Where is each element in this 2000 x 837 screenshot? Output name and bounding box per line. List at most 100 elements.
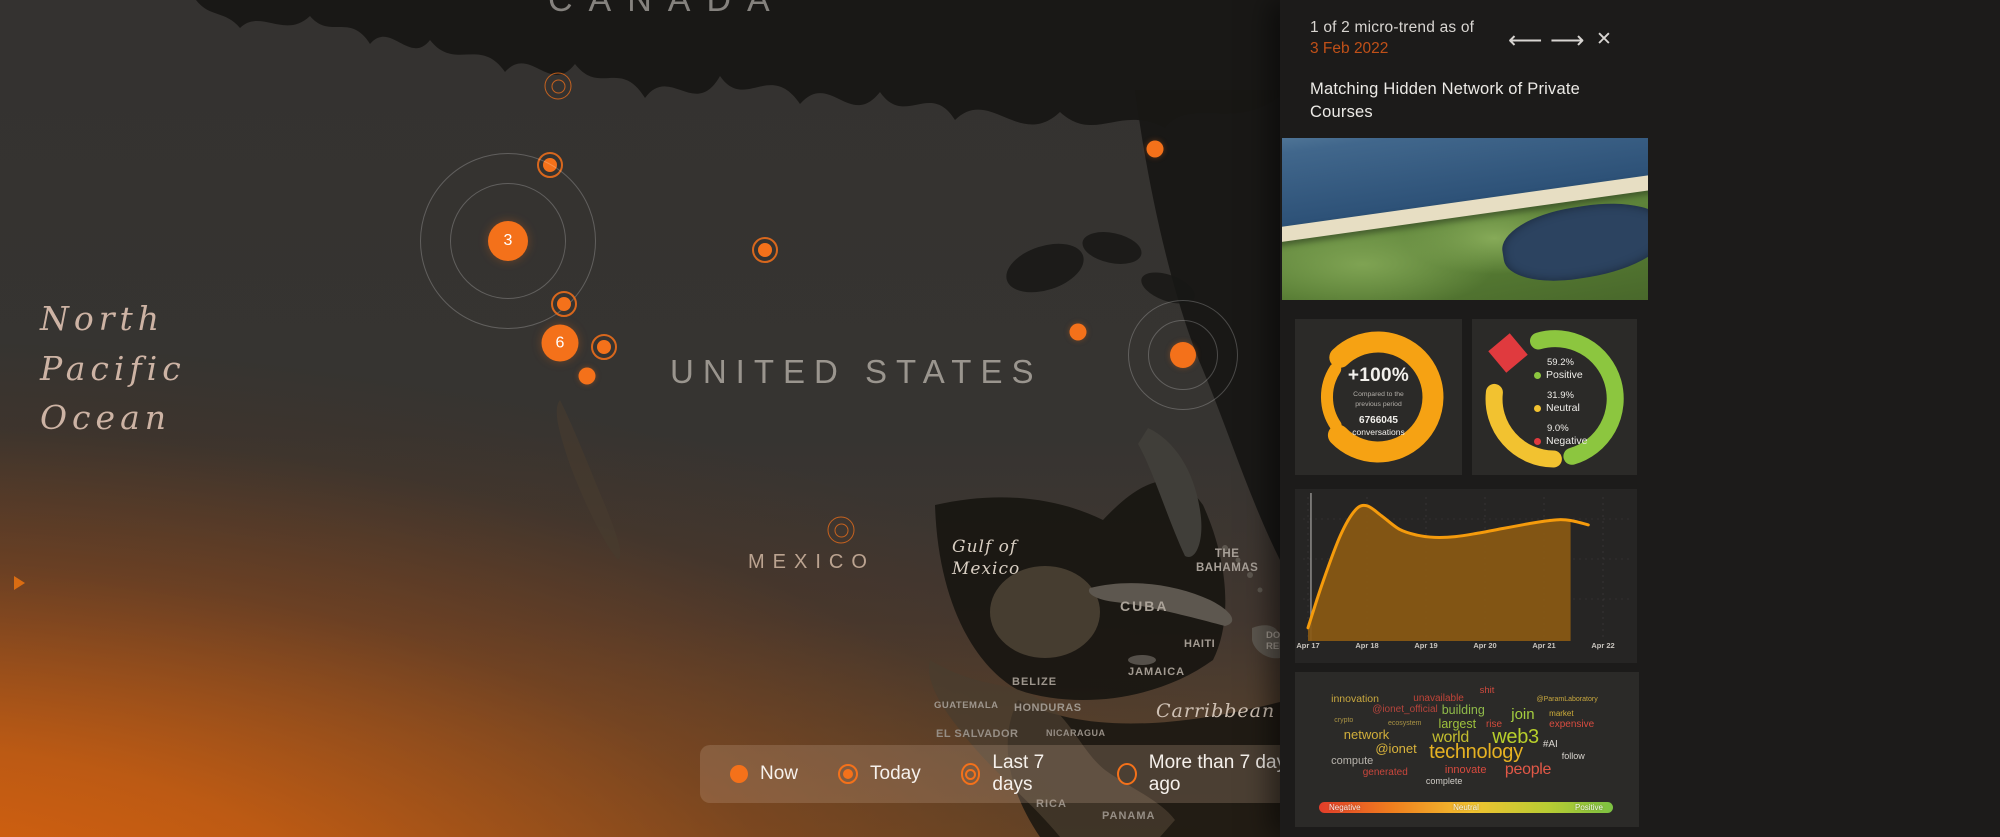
trend-pager-text: 1 of 2 micro-trend as of <box>1310 19 1475 36</box>
sentiment-label: Positive <box>1546 369 1583 381</box>
wordcloud-card: innovation unavailable shit @ParamLaborator… <box>1295 672 1639 827</box>
marker-cluster-count[interactable]: 6 <box>541 324 579 362</box>
x-tick-label: Apr 21 <box>1532 641 1556 650</box>
marker-week-icon[interactable] <box>544 72 572 100</box>
scale-label-neutral: Neutral <box>1453 803 1479 812</box>
map-label-the: THE BAHAMAS <box>1196 548 1259 574</box>
legend-today-icon <box>838 764 859 784</box>
map-label-el-salvador: EL SALVADOR <box>936 728 1019 740</box>
trend-date: 3 Feb 2022 <box>1310 40 1389 57</box>
marker-now-icon[interactable] <box>578 367 596 385</box>
map-marker-now[interactable] <box>1069 323 1087 341</box>
map-marker-today[interactable] <box>752 237 778 263</box>
map-marker-now[interactable] <box>1128 300 1238 410</box>
map-legend: Now Today Last 7 days More than 7 days ago <box>700 745 1340 803</box>
marker-now-icon[interactable] <box>1069 323 1087 341</box>
growth-caption: Compared to the previous period <box>1353 391 1404 408</box>
wordcloud-word-paramlaboratory: @ParamLaboratory <box>1536 696 1598 704</box>
great-lake-shape <box>1006 243 1084 293</box>
wordcloud-word-ecosystem: ecosystem <box>1388 720 1422 728</box>
marker-today-icon[interactable] <box>752 237 778 263</box>
trend-chart-card: Apr 17 Apr 18 Apr 19 Apr 20 Apr 21 Apr 22 <box>1295 489 1637 663</box>
growth-value: +100% <box>1347 365 1410 386</box>
growth-count-unit: conversations <box>1352 426 1405 437</box>
map-marker-today[interactable] <box>591 334 617 360</box>
wordcloud-word-follow: follow <box>1561 750 1585 761</box>
sentiment-dot-icon <box>1534 371 1541 379</box>
legend-older-icon <box>1116 763 1137 785</box>
sentiment-value: 9.0% <box>1547 423 1569 434</box>
map-label-cuba: CUBA <box>1120 598 1169 614</box>
wordcloud-word-crypto: crypto <box>1334 716 1354 724</box>
sentiment-scale-bar: Negative Neutral Positive <box>1319 802 1613 813</box>
legend-item-now: Now <box>730 763 798 785</box>
wordcloud-word-ionet: @ionet <box>1375 740 1417 756</box>
wordcloud-word-ionet-official: @ionet_official <box>1372 703 1438 715</box>
sentiment-row-positive: 59.2% Positive <box>1534 357 1587 381</box>
great-lake-shape <box>1082 232 1142 264</box>
scale-label-negative: Negative <box>1329 803 1361 812</box>
map-marker-today[interactable] <box>551 291 577 317</box>
marker-today-icon[interactable] <box>551 291 577 317</box>
sentiment-dot-icon <box>1534 404 1541 412</box>
marker-cluster-count[interactable]: 3 <box>488 221 528 261</box>
map-label-jamaica: JAMAICA <box>1128 666 1186 678</box>
trend-chart-x-axis: Apr 17 Apr 18 Apr 19 Apr 20 Apr 21 Apr 22 <box>1295 641 1637 661</box>
map-marker-week[interactable] <box>544 72 572 100</box>
map-marker-cluster[interactable]: 6 <box>541 324 579 362</box>
wordcloud-word-join: join <box>1511 706 1535 724</box>
map-edge-arrow-icon[interactable] <box>14 576 25 590</box>
map-label-mexico: MEXICO <box>748 551 875 573</box>
next-trend-button[interactable]: ⟶ <box>1550 28 1584 52</box>
wordcloud-word-network: network <box>1343 726 1390 742</box>
wordcloud-word-shit: shit <box>1479 685 1495 697</box>
legend-label: Now <box>760 763 799 784</box>
map-label-honduras: HONDURAS <box>1014 702 1082 714</box>
map-label-haiti: HAITI <box>1184 638 1216 650</box>
growth-card-center: +100% Compared to the previous period 67… <box>1295 365 1462 437</box>
sentiment-card: 59.2% Positive 31.9% Neutral 9.0% Negative <box>1472 319 1637 475</box>
map-marker-now[interactable] <box>1146 140 1164 158</box>
wordcloud-word-people: people <box>1504 760 1552 778</box>
map-label-canada: CANADA <box>548 0 786 19</box>
wordcloud-word-innovate: innovate <box>1444 763 1487 776</box>
x-tick-label: Apr 22 <box>1591 641 1615 650</box>
wordcloud-word-expensive: expensive <box>1549 719 1595 731</box>
growth-count: 6766045 <box>1359 414 1398 426</box>
trend-area-chart <box>1303 493 1629 641</box>
marker-week-icon[interactable] <box>827 516 855 544</box>
map-label-belize: BELIZE <box>1012 676 1058 688</box>
sentiment-value: 31.9% <box>1547 390 1574 401</box>
map-label-nicaragua: NICARAGUA <box>1046 728 1106 738</box>
wordcloud-word-ai: #AI <box>1542 738 1558 750</box>
jamaica-shape <box>1128 655 1156 665</box>
legend-item-last-7-days: Last 7 days <box>960 752 1077 796</box>
map-label-guatemala: GUATEMALA <box>934 700 999 711</box>
wordcloud-word-technology: technology <box>1429 740 1523 763</box>
wordcloud: innovation unavailable shit @ParamLaborator… <box>1309 682 1625 791</box>
map-label-gulf-of: Gulf of Mexico <box>952 537 1021 580</box>
wordcloud-word-compute: compute <box>1331 755 1374 768</box>
sentiment-label: Neutral <box>1546 402 1580 414</box>
close-panel-button[interactable]: ✕ <box>1596 30 1612 49</box>
bahamas-island <box>1257 587 1263 593</box>
map-marker-week[interactable] <box>827 516 855 544</box>
marker-now-icon[interactable] <box>1146 140 1164 158</box>
map-marker-now[interactable] <box>578 367 596 385</box>
wordcloud-word-complete: complete <box>1425 775 1463 786</box>
wordcloud-word-market: market <box>1549 709 1574 719</box>
legend-item-today: Today <box>838 763 921 785</box>
marker-today-icon[interactable] <box>591 334 617 360</box>
legend-label: Last 7 days <box>992 752 1045 795</box>
legend-label: Today <box>870 763 921 784</box>
sentiment-legend: 59.2% Positive 31.9% Neutral 9.0% Negative <box>1534 357 1587 456</box>
sentiment-row-negative: 9.0% Negative <box>1534 423 1587 447</box>
map-marker-cluster[interactable]: 3 <box>420 153 596 329</box>
prev-trend-button[interactable]: ⟵ <box>1508 28 1542 52</box>
x-tick-label: Apr 17 <box>1296 641 1320 650</box>
map-label-united-states: UNITED STATES <box>670 353 1043 390</box>
micro-trend-panel: 1 of 2 micro-trend as of 3 Feb 2022 ⟵ ⟶ … <box>1280 0 2000 837</box>
legend-week-icon <box>960 763 981 785</box>
wordcloud-word-innovation: innovation <box>1331 692 1379 705</box>
map-label-panama: PANAMA <box>1102 810 1156 822</box>
